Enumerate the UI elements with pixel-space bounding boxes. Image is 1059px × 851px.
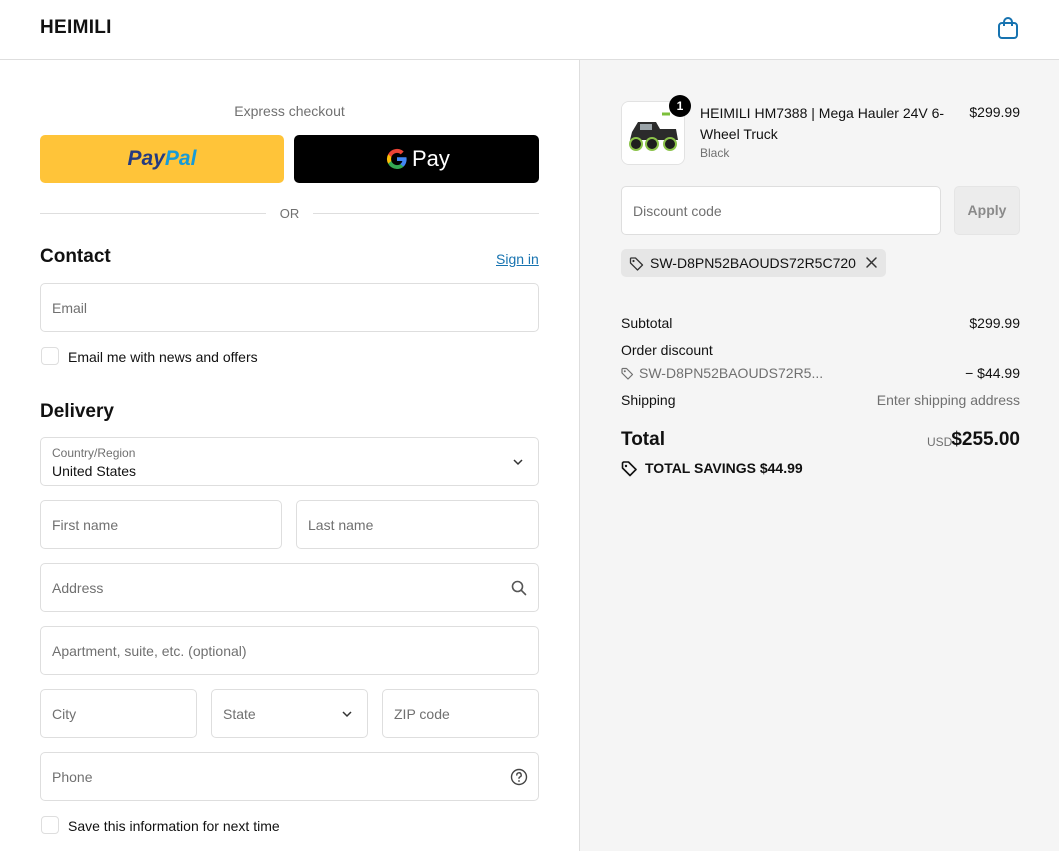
applied-code: SW-D8PN52BAOUDS72R5C720 bbox=[650, 255, 856, 271]
city-placeholder: City bbox=[52, 706, 77, 722]
state-placeholder: State bbox=[223, 706, 256, 722]
discount-placeholder: Discount code bbox=[633, 203, 722, 219]
phone-field[interactable]: Phone bbox=[40, 752, 539, 801]
applied-discount-tag: SW-D8PN52BAOUDS72R5C720 bbox=[621, 249, 886, 277]
save-info-label[interactable]: Save this information for next time bbox=[68, 818, 280, 834]
product-name: HEIMILI HM7388 | Mega Hauler 24V 6-Wheel… bbox=[700, 105, 945, 142]
city-field[interactable]: City bbox=[40, 689, 197, 738]
tag-icon bbox=[629, 257, 644, 271]
order-summary: 1 HEIMILI HM7388 | Mega Hauler 24V 6-Whe… bbox=[579, 60, 1059, 851]
chevron-down-icon bbox=[513, 459, 523, 466]
subtotal-label: Subtotal bbox=[621, 315, 673, 331]
google-pay-button[interactable]: Pay bbox=[294, 135, 539, 183]
product-price: $299.99 bbox=[969, 104, 1020, 120]
chevron-down-icon bbox=[342, 711, 352, 718]
close-icon[interactable] bbox=[865, 256, 878, 269]
paypal-button[interactable]: PayPal bbox=[40, 135, 284, 183]
total-value: $255.00 bbox=[951, 429, 1020, 450]
total-savings: TOTAL SAVINGS $44.99 bbox=[621, 460, 803, 477]
newsletter-label[interactable]: Email me with news and offers bbox=[68, 349, 258, 365]
paypal-logo: PayPal bbox=[127, 147, 197, 170]
sign-in-link[interactable]: Sign in bbox=[496, 251, 539, 267]
last-name-placeholder: Last name bbox=[308, 517, 374, 533]
country-label: Country/Region bbox=[52, 446, 136, 460]
last-name-field[interactable]: Last name bbox=[296, 500, 539, 549]
delivery-heading: Delivery bbox=[40, 401, 114, 422]
order-discount-code-text: SW-D8PN52BAOUDS72R5... bbox=[639, 365, 824, 381]
apartment-field[interactable]: Apartment, suite, etc. (optional) bbox=[40, 626, 539, 675]
subtotal-value: $299.99 bbox=[969, 315, 1020, 331]
order-discount-code: SW-D8PN52BAOUDS72R5... bbox=[621, 365, 823, 381]
express-checkout-title: Express checkout bbox=[234, 103, 345, 119]
first-name-field[interactable]: First name bbox=[40, 500, 282, 549]
country-select[interactable]: Country/Region United States bbox=[40, 437, 539, 486]
tag-icon bbox=[621, 367, 634, 380]
gpay-label: Pay bbox=[412, 146, 450, 171]
discount-code-field[interactable]: Discount code bbox=[621, 186, 941, 235]
search-icon bbox=[511, 580, 527, 596]
order-discount-value: − $44.99 bbox=[965, 365, 1020, 381]
shipping-label: Shipping bbox=[621, 392, 676, 408]
email-placeholder: Email bbox=[52, 300, 88, 316]
contact-heading: Contact bbox=[40, 246, 111, 267]
checkout-form: Express checkout PayPal Pay OR Contact S… bbox=[0, 60, 579, 851]
google-g-icon bbox=[386, 148, 407, 170]
email-field[interactable]: Email bbox=[40, 283, 539, 332]
newsletter-checkbox[interactable] bbox=[41, 347, 59, 365]
brand-logo[interactable]: HEIMILI bbox=[40, 17, 112, 39]
first-name-placeholder: First name bbox=[52, 517, 119, 533]
total-label: Total bbox=[621, 429, 665, 450]
page-header: HEIMILI bbox=[0, 0, 1059, 60]
phone-placeholder: Phone bbox=[52, 769, 93, 785]
zip-placeholder: ZIP code bbox=[394, 706, 450, 722]
shopping-bag-icon[interactable] bbox=[997, 16, 1019, 40]
or-separator: OR bbox=[279, 206, 300, 221]
help-circle-icon[interactable] bbox=[510, 768, 528, 786]
address-placeholder: Address bbox=[52, 580, 104, 596]
state-select[interactable]: State bbox=[211, 689, 368, 738]
quantity-badge: 1 bbox=[669, 95, 691, 117]
total-savings-text: TOTAL SAVINGS $44.99 bbox=[645, 460, 803, 476]
total-currency: USD bbox=[927, 435, 953, 449]
tag-icon bbox=[621, 461, 637, 477]
shipping-value: Enter shipping address bbox=[876, 392, 1020, 408]
country-value: United States bbox=[52, 463, 137, 479]
apartment-placeholder: Apartment, suite, etc. (optional) bbox=[52, 643, 247, 659]
order-discount-label: Order discount bbox=[621, 342, 713, 358]
address-field[interactable]: Address bbox=[40, 563, 539, 612]
zip-field[interactable]: ZIP code bbox=[382, 689, 539, 738]
product-variant: Black bbox=[700, 146, 730, 160]
apply-button[interactable]: Apply bbox=[954, 186, 1020, 235]
save-info-checkbox[interactable] bbox=[41, 816, 59, 834]
